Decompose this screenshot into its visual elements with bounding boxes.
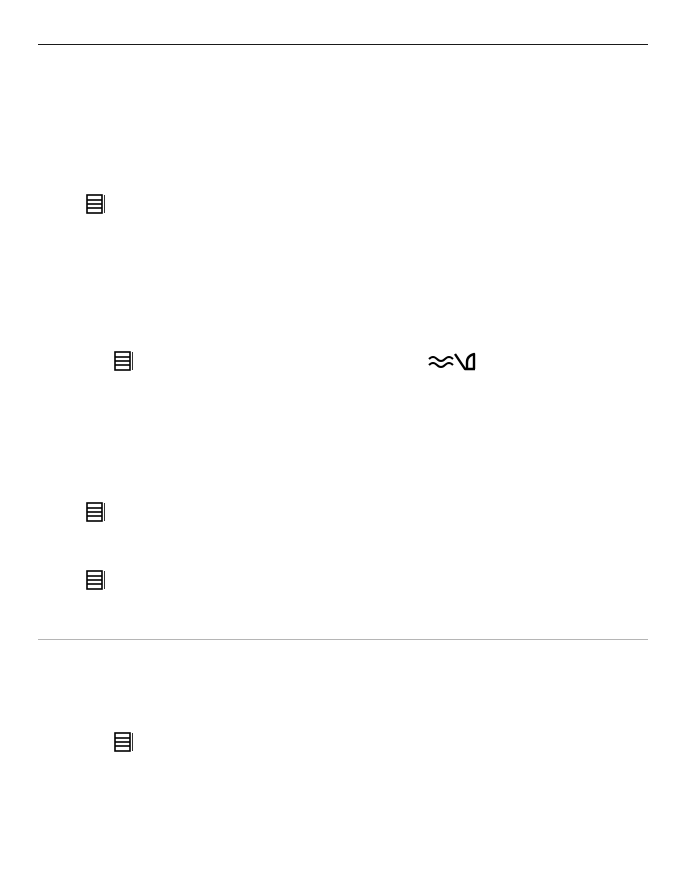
traffic-route-icon — [427, 350, 477, 372]
menu-key-icon — [86, 194, 106, 214]
section-divider — [38, 639, 648, 640]
menu-key-icon — [86, 570, 106, 590]
menu-key-icon — [114, 351, 134, 371]
header-rule — [38, 44, 648, 45]
menu-key-icon — [86, 502, 106, 522]
menu-key-icon — [114, 732, 134, 752]
